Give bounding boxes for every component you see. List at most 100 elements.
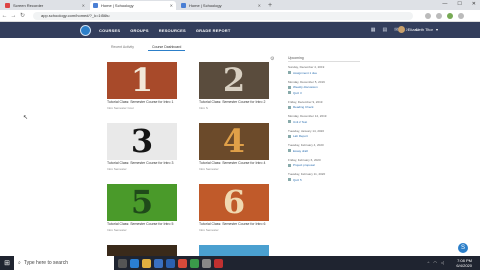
course-title[interactable]: Tutorial Class: Semester Course for Intr… bbox=[199, 100, 269, 105]
grid-icon[interactable]: ▦ bbox=[371, 27, 376, 33]
upcoming-item-label: Quiz 5 bbox=[293, 177, 302, 182]
back-icon[interactable]: ← bbox=[0, 13, 9, 19]
tab-schoology-1[interactable]: Home | Schoology ✕ bbox=[90, 1, 176, 10]
upcoming-item[interactable]: Reading Check bbox=[288, 105, 360, 109]
home-tabs: Recent Activity Course Dashboard bbox=[107, 44, 186, 51]
course-card-partial[interactable] bbox=[199, 245, 269, 256]
upcoming-date: Monday, December 12, 2019 bbox=[288, 114, 327, 118]
file-explorer-icon[interactable] bbox=[142, 258, 151, 268]
star-icon[interactable] bbox=[425, 12, 431, 19]
url-input[interactable]: app.schoology.com/home#/?_k=1t56tu bbox=[33, 11, 413, 20]
menu-icon[interactable] bbox=[458, 12, 464, 19]
profile-avatar[interactable] bbox=[447, 12, 453, 19]
tab-course-dashboard[interactable]: Course Dashboard bbox=[147, 44, 186, 51]
schoology-logo[interactable] bbox=[80, 24, 91, 36]
course-title[interactable]: Tutorial Class: Semester Course for Intr… bbox=[107, 222, 177, 227]
course-numeral: 3 bbox=[130, 123, 154, 160]
course-card[interactable]: 6 Tutorial Class: Semester Course for In… bbox=[199, 184, 269, 232]
upcoming-date: Friday, December 9, 2019 bbox=[288, 99, 323, 104]
app-icon-gray[interactable] bbox=[202, 258, 211, 268]
upcoming-date: Tuesday, February 4, 2020 bbox=[288, 143, 324, 147]
upcoming-item[interactable]: Unit 2 Test bbox=[288, 120, 360, 124]
course-card[interactable]: 2 Tutorial Class: Semester Course for In… bbox=[199, 62, 269, 110]
upcoming-heading: Upcoming bbox=[288, 56, 360, 62]
upcoming-item-label: Essay draft bbox=[293, 148, 309, 153]
user-menu[interactable]: Elizabeth Titor ▾ bbox=[397, 26, 438, 33]
mail-app-icon[interactable] bbox=[166, 258, 175, 268]
upcoming-day: Monday, December 5, 2019 Weekly discussi… bbox=[288, 80, 360, 95]
browser-tabstrip: Screen Recorder ✕ Home | Schoology ✕ Hom… bbox=[0, 0, 480, 10]
taskbar-search[interactable]: ⌕ Type here to search bbox=[14, 256, 114, 270]
new-tab-button[interactable]: + bbox=[268, 1, 272, 10]
window-controls: — ☐ ✕ bbox=[442, 1, 476, 7]
upcoming-item[interactable]: Quiz 3 bbox=[288, 91, 360, 95]
close-icon[interactable]: ✕ bbox=[82, 3, 85, 8]
chevron-down-icon: ▾ bbox=[435, 27, 438, 32]
course-card-partial[interactable] bbox=[107, 245, 177, 256]
upcoming-item[interactable]: Quiz 5 bbox=[288, 178, 360, 182]
upcoming-item-label: Lab Report bbox=[293, 134, 308, 138]
course-numeral: 4 bbox=[222, 123, 246, 160]
course-image bbox=[107, 245, 177, 256]
forward-icon[interactable]: → bbox=[9, 13, 18, 19]
upcoming-item[interactable]: Project proposal bbox=[288, 163, 360, 167]
upcoming-item-label: Assignment 1 due bbox=[293, 70, 318, 75]
maximize-icon[interactable]: ☐ bbox=[457, 1, 461, 7]
gear-icon[interactable]: ⚙ bbox=[270, 56, 274, 62]
chevron-up-icon[interactable]: ^ bbox=[428, 260, 430, 265]
main-content: Recent Activity Course Dashboard ⚙ 1 Tut… bbox=[0, 38, 480, 256]
assignment-icon bbox=[288, 91, 291, 94]
edge-icon[interactable] bbox=[130, 258, 139, 268]
upcoming-day: Monday, December 12, 2019 Unit 2 Test bbox=[288, 114, 360, 124]
wifi-icon[interactable]: ◠ bbox=[433, 260, 437, 265]
menu-grade-report[interactable]: GRADE REPORT bbox=[196, 28, 231, 33]
assignment-icon bbox=[288, 71, 291, 74]
menu-resources[interactable]: RESOURCES bbox=[159, 28, 186, 33]
store-icon[interactable] bbox=[154, 258, 163, 268]
course-numeral: 6 bbox=[222, 184, 246, 221]
upcoming-date: Monday, December 5, 2019 bbox=[288, 79, 325, 84]
close-window-icon[interactable]: ✕ bbox=[472, 1, 476, 7]
menu-groups[interactable]: GROUPS bbox=[130, 28, 149, 33]
minimize-icon[interactable]: — bbox=[442, 1, 447, 7]
upcoming-sidebar: Upcoming Sunday, December 4, 2019 Assign… bbox=[288, 56, 360, 187]
course-card[interactable]: 3 Tutorial Class: Semester Course for In… bbox=[107, 123, 177, 171]
windows-start-icon[interactable]: ⊞ bbox=[0, 256, 14, 270]
tab-recent-activity[interactable]: Recent Activity bbox=[107, 44, 138, 51]
course-subtitle: Intro S bbox=[199, 105, 208, 110]
reload-icon[interactable]: ↻ bbox=[18, 12, 27, 19]
chrome-icon[interactable] bbox=[178, 258, 187, 268]
upcoming-item[interactable]: Assignment 1 due bbox=[288, 71, 360, 75]
help-button[interactable]: S bbox=[458, 243, 468, 253]
upcoming-item-label: Weekly discussion bbox=[293, 85, 318, 89]
upcoming-day: Friday, February 6, 2020 Project proposa… bbox=[288, 158, 360, 167]
tab-schoology-2[interactable]: Home | Schoology ✕ bbox=[178, 1, 264, 10]
course-title[interactable]: Tutorial Class: Semester Course for Intr… bbox=[107, 100, 177, 105]
address-bar: ← → ↻ app.schoology.com/home#/?_k=1t56tu bbox=[0, 10, 480, 22]
upcoming-item[interactable]: Weekly discussion bbox=[288, 85, 360, 89]
course-title[interactable]: Tutorial Class: Semester Course for Intr… bbox=[199, 222, 269, 227]
upcoming-item[interactable]: Lab Report bbox=[288, 134, 360, 138]
clock[interactable]: 7:08 PM 6/4/2020 bbox=[456, 258, 472, 268]
volume-icon[interactable]: ◁ bbox=[441, 260, 444, 265]
extension-icon[interactable] bbox=[436, 12, 442, 19]
menu-courses[interactable]: COURSES bbox=[99, 28, 120, 33]
app-icon-red[interactable] bbox=[214, 258, 223, 268]
app-icon-green[interactable] bbox=[190, 258, 199, 268]
close-icon[interactable]: ✕ bbox=[170, 3, 173, 8]
course-image: 5 bbox=[107, 184, 177, 221]
upcoming-item[interactable]: Essay draft bbox=[288, 149, 360, 153]
task-view-icon[interactable] bbox=[118, 258, 127, 268]
course-title[interactable]: Tutorial Class: Semester Course for Intr… bbox=[199, 161, 269, 166]
search-icon: ⌕ bbox=[18, 260, 21, 266]
schoology-favicon bbox=[93, 3, 98, 8]
course-subtitle: Intro Semester bbox=[199, 166, 219, 171]
calendar-icon[interactable]: ▤ bbox=[382, 27, 387, 33]
upcoming-day: Tuesday, February 4, 2020 Essay draft bbox=[288, 143, 360, 153]
course-card[interactable]: 4 Tutorial Class: Semester Course for In… bbox=[199, 123, 269, 171]
course-title[interactable]: Tutorial Class: Semester Course for Intr… bbox=[107, 161, 177, 166]
close-icon[interactable]: ✕ bbox=[258, 3, 261, 8]
course-card[interactable]: 5 Tutorial Class: Semester Course for In… bbox=[107, 184, 177, 232]
course-card[interactable]: 1 Tutorial Class: Semester Course for In… bbox=[107, 62, 177, 110]
tab-screen-recorder[interactable]: Screen Recorder ✕ bbox=[2, 1, 88, 10]
